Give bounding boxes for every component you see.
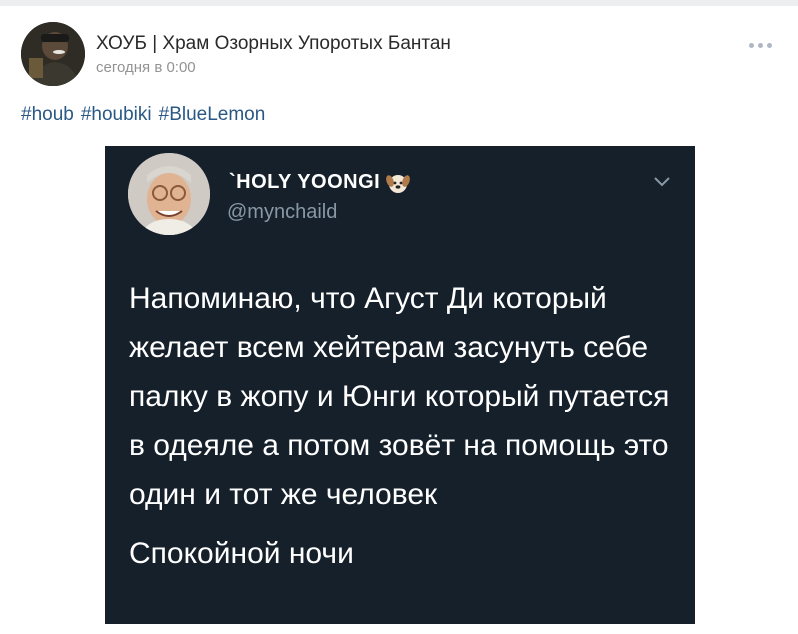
tweet-handle: @mynchaild <box>227 201 338 223</box>
post-bottom-edge <box>0 624 798 634</box>
chevron-down-icon <box>654 177 670 187</box>
hashtags: #houb #houbiki #BlueLemon <box>21 104 265 126</box>
hashtag-houbiki[interactable]: #houbiki <box>81 104 152 126</box>
wall-post: ХОУБ | Храм Озорных Упоротых Бантан сего… <box>0 6 798 634</box>
hashtag-bluelemon[interactable]: #BlueLemon <box>159 104 266 126</box>
tweet-display-name: `HOLY YOONGI <box>229 171 411 194</box>
hashtag-houb[interactable]: #houb <box>21 104 74 126</box>
more-options-icon[interactable] <box>742 35 778 55</box>
tweet-text-main: Напоминаю, что Агуст Ди который желает в… <box>129 282 670 511</box>
tweet-screenshot-image[interactable]: `HOLY YOONGI @mynchaild Напоминаю, что А… <box>105 146 695 630</box>
post-author[interactable]: ХОУБ | Храм Озорных Упоротых Бантан <box>96 33 451 55</box>
tweet-text: Напоминаю, что Агуст Ди который желает в… <box>129 274 684 578</box>
post-time[interactable]: сегодня в 0:00 <box>96 59 196 76</box>
dog-face-icon <box>386 174 411 193</box>
tweet-name-text: `HOLY YOONGI <box>229 171 381 193</box>
tweet-text-goodnight: Спокойной ночи <box>129 537 354 570</box>
tweet-avatar <box>128 153 210 235</box>
community-avatar[interactable] <box>21 22 85 86</box>
